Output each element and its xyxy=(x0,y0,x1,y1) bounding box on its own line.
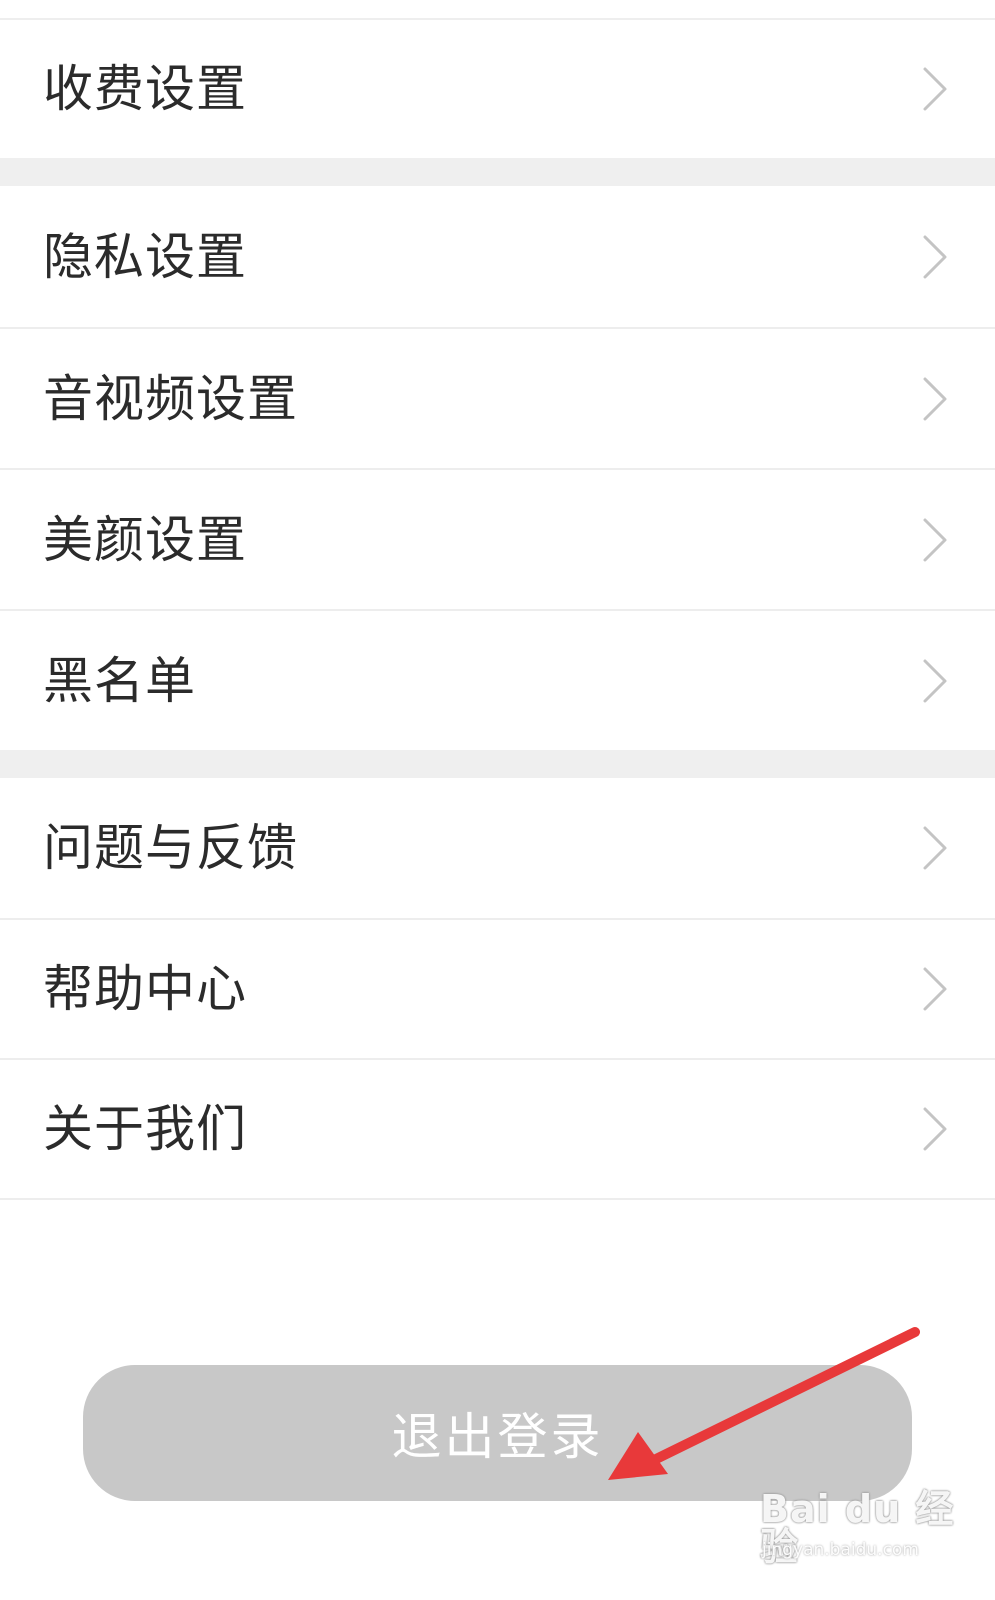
menu-item-fee-settings[interactable]: 收费设置 xyxy=(0,20,995,158)
menu-group-settings: 隐私设置音视频设置美颜设置黑名单 xyxy=(0,186,995,750)
menu-item-beauty-settings[interactable]: 美颜设置 xyxy=(0,468,995,609)
section-divider xyxy=(0,158,995,186)
chevron-right-icon xyxy=(923,659,947,702)
chevron-right-icon xyxy=(923,826,947,870)
menu-group-support: 问题与反馈帮助中心关于我们 xyxy=(0,778,995,1198)
bottom-divider xyxy=(0,1198,995,1200)
menu-item-label: 收费设置 xyxy=(43,60,247,118)
chevron-right-icon xyxy=(923,377,947,420)
menu-item-label: 帮助中心 xyxy=(43,960,247,1018)
menu-item-blacklist[interactable]: 黑名单 xyxy=(0,609,995,750)
chevron-right-icon xyxy=(923,518,947,561)
menu-item-av-settings[interactable]: 音视频设置 xyxy=(0,327,995,468)
section-divider xyxy=(0,750,995,778)
menu-item-label: 美颜设置 xyxy=(43,510,247,569)
menu-item-help-center[interactable]: 帮助中心 xyxy=(0,918,995,1058)
menu-group-fee: 收费设置 xyxy=(0,20,995,158)
logout-button[interactable]: 退出登录 xyxy=(83,1365,912,1501)
menu-item-label: 问题与反馈 xyxy=(43,819,298,877)
menu-item-feedback[interactable]: 问题与反馈 xyxy=(0,778,995,918)
chevron-right-icon xyxy=(923,1107,947,1151)
chevron-right-icon xyxy=(923,967,947,1011)
chevron-right-icon xyxy=(923,235,947,278)
menu-item-label: 关于我们 xyxy=(43,1100,247,1158)
baidu-watermark: Bai du 经验 jingyan.baidu.com xyxy=(760,1490,960,1590)
chevron-right-icon xyxy=(923,67,947,111)
menu-item-label: 音视频设置 xyxy=(43,369,298,428)
menu-item-label: 黑名单 xyxy=(43,651,196,710)
menu-item-privacy-settings[interactable]: 隐私设置 xyxy=(0,186,995,327)
watermark-url: jingyan.baidu.com xyxy=(762,1540,919,1560)
menu-item-about-us[interactable]: 关于我们 xyxy=(0,1058,995,1198)
menu-item-label: 隐私设置 xyxy=(43,227,247,286)
